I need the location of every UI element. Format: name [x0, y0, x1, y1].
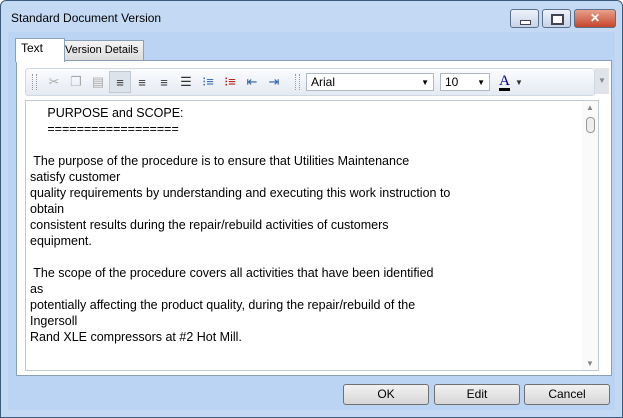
tab-version-details[interactable]: Version Details [59, 40, 145, 60]
font-size-value: 10 [445, 75, 459, 89]
chevron-down-icon: ▼ [421, 77, 429, 87]
scrollbar-thumb[interactable] [586, 117, 595, 133]
close-icon: ✕ [589, 11, 601, 25]
minimize-icon [520, 20, 531, 25]
scroll-up-icon[interactable]: ▲ [586, 103, 594, 112]
font-color-icon: A [499, 72, 510, 91]
toolbar-overflow-button[interactable]: ▼ [595, 68, 609, 94]
edit-button[interactable]: Edit [434, 384, 520, 405]
font-name-value: Arial [311, 75, 336, 89]
vertical-scrollbar[interactable]: ▲ ▼ [582, 101, 598, 370]
document-editor[interactable]: PURPOSE and SCOPE: ================== Th… [25, 100, 599, 371]
font-name-select[interactable]: Arial ▼ [306, 73, 434, 91]
outdent-icon[interactable]: ⇤ [241, 71, 263, 93]
paste-icon[interactable]: ▤ [87, 71, 109, 93]
maximize-icon [551, 14, 564, 25]
window-title: Standard Document Version [11, 11, 162, 25]
formatting-toolbar: ✂ ❐ ▤ ≡ ≡ ≡ ☰ ⁝≡ ⁝≡ ⇤ ⇥ Arial ▼ 10 ▼ A ▼ [25, 68, 595, 96]
numbered-list-icon[interactable]: ⁝≡ [219, 71, 241, 93]
scroll-down-icon[interactable]: ▼ [586, 359, 594, 368]
toolbar-grip[interactable] [295, 74, 300, 90]
copy-icon[interactable]: ❐ [65, 71, 87, 93]
tab-panel: ✂ ❐ ▤ ≡ ≡ ≡ ☰ ⁝≡ ⁝≡ ⇤ ⇥ Arial ▼ 10 ▼ A ▼ ▼ … [16, 60, 612, 376]
indent-icon[interactable]: ⇥ [263, 71, 285, 93]
toolbar-grip[interactable] [32, 74, 37, 90]
tab-text[interactable]: Text [15, 38, 65, 62]
font-color-button[interactable]: A ▼ [496, 71, 526, 93]
close-button[interactable]: ✕ [574, 9, 616, 28]
font-size-select[interactable]: 10 ▼ [440, 73, 490, 91]
bullet-list-icon[interactable]: ⁝≡ [197, 71, 219, 93]
dialog-window: Standard Document Version ✕ Text Version… [0, 0, 623, 418]
cut-icon[interactable]: ✂ [43, 71, 65, 93]
align-right-icon[interactable]: ≡ [153, 71, 175, 93]
justify-icon[interactable]: ☰ [175, 71, 197, 93]
align-center-icon[interactable]: ≡ [131, 71, 153, 93]
cancel-button[interactable]: Cancel [524, 384, 610, 405]
chevron-down-icon: ▼ [514, 77, 523, 87]
document-text[interactable]: PURPOSE and SCOPE: ================== Th… [30, 105, 450, 345]
align-left-icon[interactable]: ≡ [109, 71, 131, 93]
maximize-button[interactable] [542, 9, 571, 28]
ok-button[interactable]: OK [343, 384, 429, 405]
chevron-down-icon: ▼ [477, 77, 485, 87]
minimize-button[interactable] [510, 9, 539, 28]
